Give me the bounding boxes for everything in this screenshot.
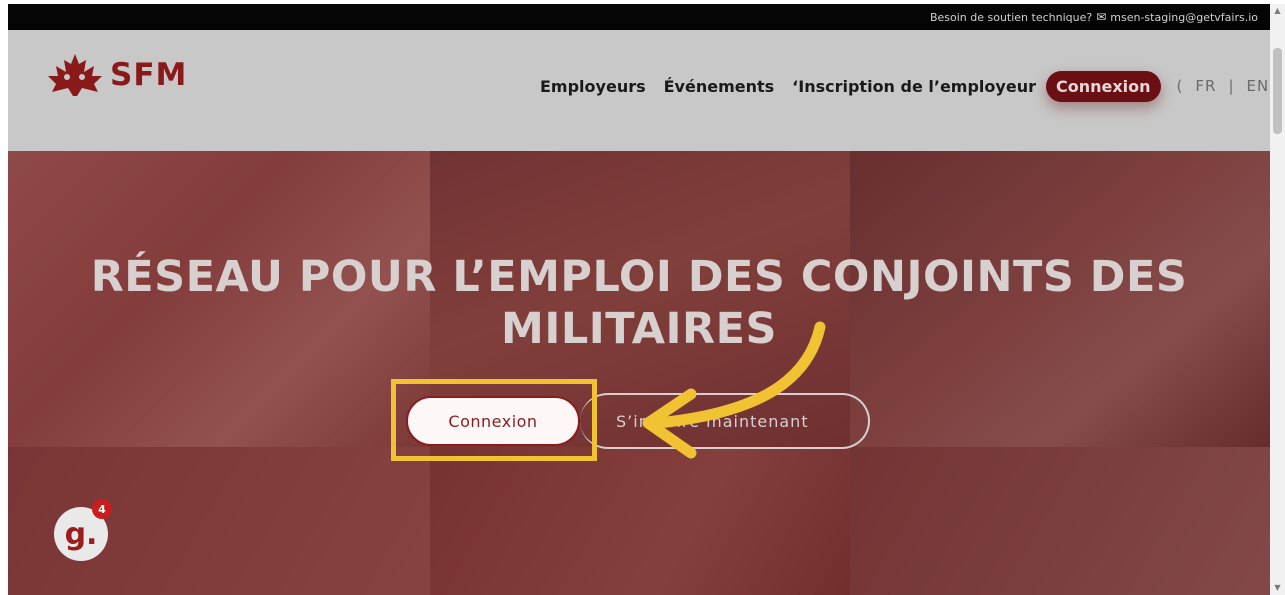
hero-section: RÉSEAU POUR L’EMPLOI DES CONJOINTS DES M… <box>8 151 1270 595</box>
hero-title: RÉSEAU POUR L’EMPLOI DES CONJOINTS DES M… <box>8 251 1270 355</box>
scroll-down-icon[interactable]: ▼ <box>1270 581 1285 595</box>
signup-now-button[interactable]: S’inscrire maintenant <box>580 393 870 449</box>
main-nav: Employeurs Événements ‘Inscription de l’… <box>540 68 1285 104</box>
lang-open-paren: ( <box>1176 77 1184 95</box>
hero-title-line1: RÉSEAU POUR L’EMPLOI DES CONJOINTS DES <box>90 252 1188 302</box>
logo-text: SFM <box>110 57 188 93</box>
scroll-up-icon[interactable]: ▲ <box>1270 4 1285 18</box>
lang-fr[interactable]: FR <box>1195 77 1216 95</box>
language-switcher: (FR|EN) <box>1171 77 1285 95</box>
lang-en[interactable]: EN <box>1247 77 1270 95</box>
mail-icon: ✉ <box>1096 10 1107 24</box>
maple-leaf-icon <box>48 54 102 96</box>
scroll-thumb[interactable] <box>1273 48 1282 134</box>
hero-title-line2: MILITAIRES <box>501 304 777 354</box>
highlight-box <box>391 379 597 461</box>
support-email[interactable]: msen-staging@getvfairs.io <box>1110 11 1258 24</box>
support-text: Besoin de soutien technique? <box>929 10 1093 24</box>
notification-count-badge: 4 <box>92 499 112 519</box>
lang-separator: | <box>1228 77 1235 95</box>
nav-evenements[interactable]: Événements <box>664 77 775 96</box>
nav-employeurs[interactable]: Employeurs <box>540 77 646 96</box>
site-logo[interactable]: SFM <box>46 52 187 98</box>
hero-color-overlay <box>8 151 1270 595</box>
chat-widget-letter: g. <box>64 516 98 552</box>
page-scrollbar[interactable]: ▲ ▼ <box>1270 4 1285 595</box>
site-header: SFM Employeurs Événements ‘Inscription d… <box>8 30 1285 151</box>
nav-connexion-button[interactable]: Connexion <box>1045 70 1161 102</box>
nav-inscription-employeur[interactable]: ‘Inscription de l’employeur <box>792 77 1036 96</box>
support-bar: Besoin de soutien technique? ✉ msen-stag… <box>8 4 1270 30</box>
